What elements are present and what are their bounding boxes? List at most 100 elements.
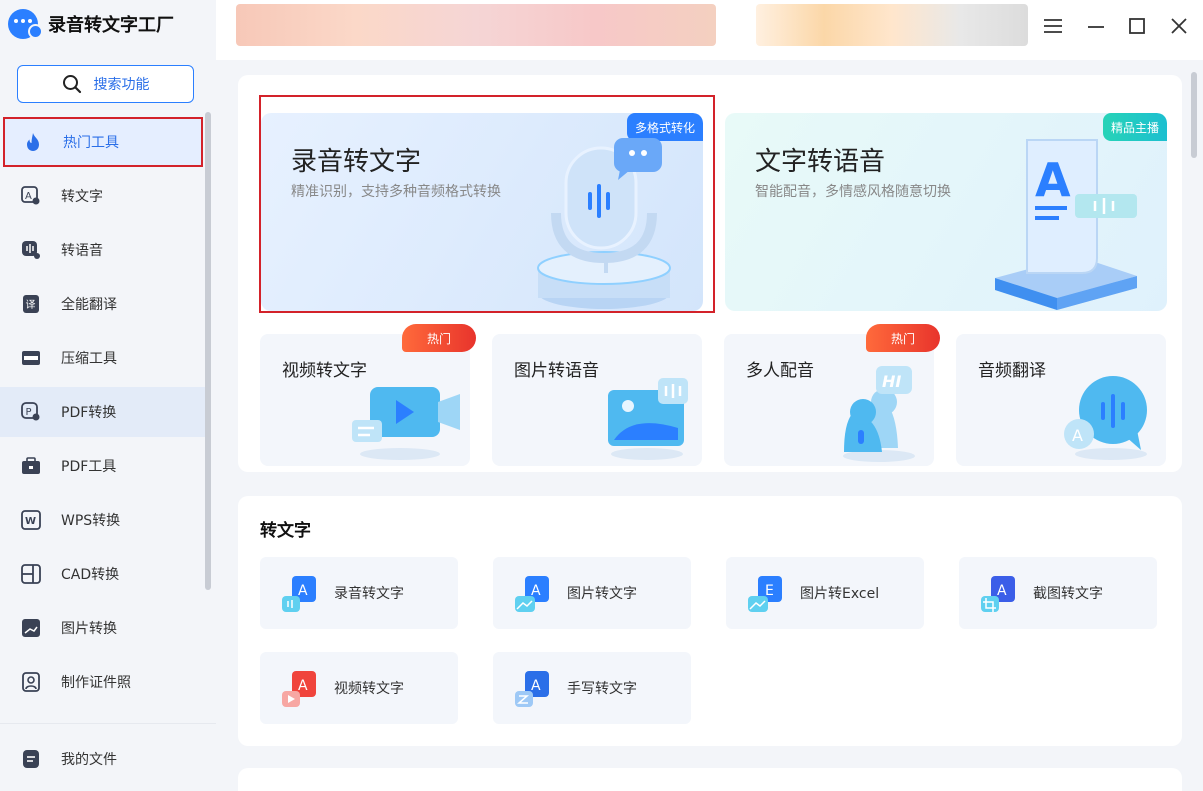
- tool-label: 图片转文字: [567, 586, 637, 602]
- tool-label: 截图转文字: [1033, 586, 1103, 602]
- card-title: 音频翻译: [978, 361, 1046, 381]
- tool-letter: A: [298, 678, 308, 694]
- sidebar-item-label: 转语音: [61, 243, 103, 259]
- sidebar-item-cad-convert[interactable]: CAD转换: [0, 549, 210, 599]
- sidebar-item-image-convert[interactable]: 图片转换: [0, 603, 210, 653]
- card-subtitle: 精准识别，支持多种音频格式转换: [291, 184, 501, 200]
- card-image-to-speech[interactable]: 图片转语音: [492, 334, 702, 466]
- sidebar-item-wps-convert[interactable]: W WPS转换: [0, 495, 210, 545]
- app-logo: 录音转文字工厂: [8, 9, 174, 39]
- svg-text:W: W: [25, 516, 36, 527]
- main-scrollbar[interactable]: [1191, 72, 1197, 158]
- sidebar-item-id-photo[interactable]: 制作证件照: [0, 657, 210, 707]
- text-icon: A: [20, 185, 42, 207]
- title-bar: [216, 0, 1203, 60]
- account-area-blurred[interactable]: [756, 4, 1028, 46]
- wps-icon: W: [20, 509, 42, 531]
- section-title: 转文字: [260, 521, 311, 541]
- image-excel-icon: E: [746, 574, 784, 612]
- fire-icon: [22, 131, 44, 153]
- file-icon: [20, 748, 42, 770]
- image-text-icon: A: [513, 574, 551, 612]
- sidebar-item-label: 图片转换: [61, 621, 117, 637]
- card-video-to-text[interactable]: 视频转文字 热门: [260, 324, 476, 466]
- sidebar-item-hot-tools[interactable]: 热门工具: [3, 117, 203, 167]
- sidebar-item-compress[interactable]: 压缩工具: [0, 333, 210, 383]
- sidebar-item-label: CAD转换: [61, 567, 120, 583]
- tool-video-to-text[interactable]: A 视频转文字: [260, 652, 458, 724]
- id-photo-icon: [20, 671, 42, 693]
- sidebar-item-label: WPS转换: [61, 513, 121, 529]
- card-title: 图片转语音: [514, 361, 599, 381]
- sidebar-item-translate[interactable]: 译 全能翻译: [0, 279, 210, 329]
- sidebar-item-to-voice[interactable]: 转语音: [0, 225, 210, 275]
- tool-screenshot-to-text[interactable]: A 截图转文字: [959, 557, 1157, 629]
- sidebar-item-label: 制作证件照: [61, 675, 131, 691]
- document-speaker-icon: A: [995, 139, 1137, 310]
- card-text-to-speech[interactable]: 文字转语音 智能配音，多情感风格随意切换 精品主播 A: [725, 113, 1167, 311]
- hot-badge: 热门: [866, 324, 940, 352]
- sidebar: 录音转文字工厂 搜索功能 热门工具 A 转文字 转语音 译 全能翻译 压缩工具 …: [0, 0, 216, 791]
- next-panel: [238, 768, 1182, 791]
- minimize-icon[interactable]: [1084, 14, 1108, 38]
- tool-audio-to-text[interactable]: A 录音转文字: [260, 557, 458, 629]
- tool-image-to-excel[interactable]: E 图片转Excel: [726, 557, 924, 629]
- search-label: 搜索功能: [93, 77, 150, 93]
- sidebar-item-to-text[interactable]: A 转文字: [0, 171, 210, 221]
- cad-icon: [20, 563, 42, 585]
- app-logo-icon: [8, 9, 43, 39]
- audio-text-icon: A: [280, 574, 318, 612]
- card-audio-to-text[interactable]: 录音转文字 精准识别，支持多种音频格式转换 多格式转化: [261, 113, 703, 311]
- card-title: 多人配音: [746, 361, 814, 381]
- handwriting-text-icon: A: [513, 669, 551, 707]
- svg-text:译: 译: [26, 299, 36, 311]
- card-title: 录音转文字: [291, 147, 422, 177]
- video-text-icon: A: [280, 669, 318, 707]
- tool-label: 图片转Excel: [800, 586, 880, 602]
- sidebar-bottom: 我的文件: [0, 723, 216, 791]
- voice-icon: [20, 239, 42, 261]
- translate-icon: 译: [20, 293, 42, 315]
- menu-icon[interactable]: [1041, 14, 1065, 38]
- svg-text:A: A: [25, 191, 32, 202]
- sidebar-item-label: 全能翻译: [61, 297, 117, 313]
- multi-person-icon: HI: [843, 366, 915, 462]
- sidebar-item-label: 转文字: [61, 189, 103, 205]
- featured-panel: 录音转文字 精准识别，支持多种音频格式转换 多格式转化 文字转语音 智能配音，多…: [238, 75, 1182, 472]
- tool-label: 手写转文字: [567, 681, 637, 697]
- hi-label-art: HI: [882, 372, 901, 391]
- sidebar-item-my-files[interactable]: 我的文件: [0, 734, 210, 784]
- sidebar-scrollbar[interactable]: [205, 112, 211, 590]
- close-icon[interactable]: [1167, 14, 1191, 38]
- video-camera-icon: [352, 387, 460, 460]
- card-title: 文字转语音: [755, 147, 886, 177]
- sidebar-item-label: 压缩工具: [61, 351, 117, 367]
- card-multi-voice[interactable]: 多人配音 热门 HI: [724, 324, 940, 466]
- letter-a-art: A: [1072, 426, 1083, 445]
- pdf-icon: P: [20, 401, 42, 423]
- tool-letter: A: [298, 583, 308, 599]
- screenshot-text-icon: A: [979, 574, 1017, 612]
- tool-label: 视频转文字: [334, 681, 404, 697]
- tool-letter: E: [765, 583, 774, 599]
- card-tag: 精品主播: [1102, 113, 1167, 141]
- letter-a-art: A: [1035, 153, 1071, 207]
- main-content: 录音转文字 精准识别，支持多种音频格式转换 多格式转化 文字转语音 智能配音，多…: [216, 60, 1203, 791]
- tool-image-to-text[interactable]: A 图片转文字: [493, 557, 691, 629]
- banner-ad-blurred[interactable]: [236, 4, 716, 46]
- tool-letter: A: [997, 583, 1007, 599]
- card-audio-translate[interactable]: 音频翻译 A: [956, 334, 1166, 466]
- image-icon: [20, 617, 42, 639]
- card-subtitle: 智能配音，多情感风格随意切换: [755, 184, 951, 200]
- sidebar-item-label: PDF工具: [61, 459, 117, 475]
- sidebar-item-pdf-convert[interactable]: P PDF转换: [0, 387, 210, 437]
- card-title: 视频转文字: [282, 361, 367, 381]
- toolbox-icon: [20, 455, 42, 477]
- sidebar-item-pdf-tools[interactable]: PDF工具: [0, 441, 210, 491]
- search-icon: [62, 75, 81, 94]
- sidebar-item-label: 我的文件: [61, 752, 117, 768]
- search-button[interactable]: 搜索功能: [17, 65, 194, 103]
- tool-handwriting-to-text[interactable]: A 手写转文字: [493, 652, 691, 724]
- maximize-icon[interactable]: [1125, 14, 1149, 38]
- card-tag: 多格式转化: [626, 113, 703, 141]
